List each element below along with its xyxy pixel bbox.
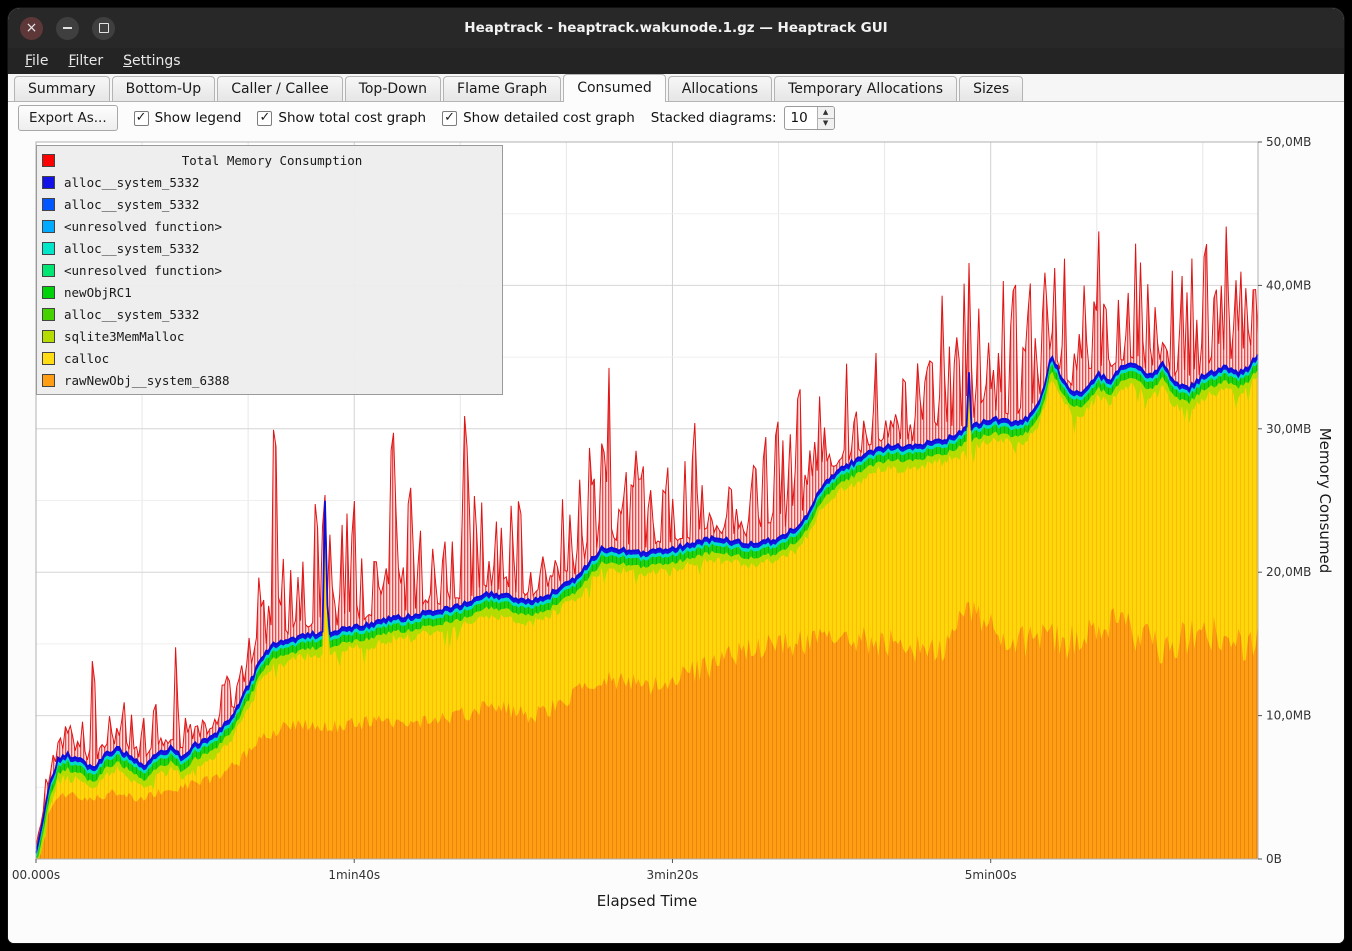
svg-text:Elapsed Time: Elapsed Time — [597, 892, 697, 910]
minimize-icon — [63, 27, 72, 29]
legend-swatch — [42, 154, 55, 167]
window-controls: × — [20, 17, 115, 40]
spin-down-button[interactable]: ▼ — [818, 119, 834, 130]
stacked-diagrams-value[interactable]: 10 — [785, 107, 817, 129]
title-bar[interactable]: × Heaptrack - heaptrack.wakunode.1.gz — … — [8, 8, 1344, 48]
legend-swatch — [42, 330, 55, 343]
tab-bottom-up[interactable]: Bottom-Up — [112, 76, 216, 101]
legend-label: <unresolved function> — [64, 263, 502, 278]
checkbox-label: Show total cost graph — [278, 110, 426, 126]
minimize-button[interactable] — [56, 17, 79, 40]
legend-swatch — [42, 220, 55, 233]
maximize-button[interactable] — [92, 17, 115, 40]
tab-allocations[interactable]: Allocations — [668, 76, 772, 101]
window-title: Heaptrack - heaptrack.wakunode.1.gz — He… — [8, 20, 1344, 36]
checkbox-box: ✓ — [134, 111, 149, 126]
legend-item: alloc__system_5332 — [37, 193, 502, 215]
close-button[interactable]: × — [20, 17, 43, 40]
menu-bar: File Filter Settings — [8, 48, 1344, 74]
legend-label: alloc__system_5332 — [64, 307, 502, 322]
toolbar: Export As... ✓ Show legend ✓ Show total … — [8, 102, 1344, 134]
legend-swatch — [42, 374, 55, 387]
legend-item: sqlite3MemMalloc — [37, 325, 502, 347]
legend-swatch — [42, 264, 55, 277]
check-icon: ✓ — [136, 111, 147, 124]
menu-file[interactable]: File — [16, 50, 57, 72]
tab-consumed[interactable]: Consumed — [563, 74, 666, 102]
spin-buttons: ▲ ▼ — [817, 107, 834, 129]
legend-swatch — [42, 352, 55, 365]
svg-text:0B: 0B — [1266, 852, 1282, 866]
svg-text:00.000s: 00.000s — [12, 868, 60, 882]
svg-text:20,0MB: 20,0MB — [1266, 565, 1311, 579]
legend-label: alloc__system_5332 — [64, 175, 502, 190]
check-icon: ✓ — [259, 111, 270, 124]
legend-item: newObjRC1 — [37, 281, 502, 303]
tab-top-down[interactable]: Top-Down — [345, 76, 441, 101]
tab-bar: Summary Bottom-Up Caller / Callee Top-Do… — [8, 74, 1344, 102]
legend-item: alloc__system_5332 — [37, 303, 502, 325]
legend-swatch — [42, 242, 55, 255]
spin-up-button[interactable]: ▲ — [818, 107, 834, 119]
svg-text:10,0MB: 10,0MB — [1266, 709, 1311, 723]
legend-label: newObjRC1 — [64, 285, 502, 300]
checkbox-label: Show detailed cost graph — [463, 110, 635, 126]
legend-label: alloc__system_5332 — [64, 197, 502, 212]
svg-text:Memory Consumed: Memory Consumed — [1316, 428, 1334, 574]
legend-item: alloc__system_5332 — [37, 237, 502, 259]
tab-temporary-allocations[interactable]: Temporary Allocations — [774, 76, 957, 101]
tab-caller-callee[interactable]: Caller / Callee — [217, 76, 342, 101]
legend-item: <unresolved function> — [37, 259, 502, 281]
legend-title-row: Total Memory Consumption — [37, 149, 502, 171]
svg-text:1min40s: 1min40s — [328, 868, 380, 882]
svg-text:50,0MB: 50,0MB — [1266, 135, 1311, 149]
legend-label: rawNewObj__system_6388 — [64, 373, 502, 388]
menu-settings[interactable]: Settings — [114, 50, 189, 72]
checkbox-show-legend[interactable]: ✓ Show legend — [134, 110, 242, 126]
legend-label: calloc — [64, 351, 502, 366]
legend-label: sqlite3MemMalloc — [64, 329, 502, 344]
maximize-icon — [99, 23, 109, 33]
legend-item: calloc — [37, 347, 502, 369]
checkbox-label: Show legend — [155, 110, 242, 126]
stacked-diagrams-label: Stacked diagrams: — [651, 110, 777, 126]
close-icon: × — [26, 21, 38, 35]
checkbox-show-detailed-cost-graph[interactable]: ✓ Show detailed cost graph — [442, 110, 635, 126]
check-icon: ✓ — [444, 111, 455, 124]
checkbox-show-total-cost-graph[interactable]: ✓ Show total cost graph — [257, 110, 426, 126]
legend-label: alloc__system_5332 — [64, 241, 502, 256]
checkbox-box: ✓ — [442, 111, 457, 126]
legend-swatch — [42, 198, 55, 211]
tab-flame-graph[interactable]: Flame Graph — [443, 76, 561, 101]
svg-text:5min00s: 5min00s — [965, 868, 1017, 882]
svg-text:30,0MB: 30,0MB — [1266, 422, 1311, 436]
legend-item: alloc__system_5332 — [37, 171, 502, 193]
stacked-diagrams-spinbox[interactable]: 10 ▲ ▼ — [784, 106, 835, 130]
checkbox-box: ✓ — [257, 111, 272, 126]
legend-swatch — [42, 176, 55, 189]
export-as-button[interactable]: Export As... — [18, 105, 118, 131]
svg-text:40,0MB: 40,0MB — [1266, 278, 1311, 292]
legend-swatch — [42, 286, 55, 299]
tab-summary[interactable]: Summary — [14, 76, 110, 101]
app-window: × Heaptrack - heaptrack.wakunode.1.gz — … — [8, 8, 1344, 943]
tab-sizes[interactable]: Sizes — [959, 76, 1023, 101]
legend-label: <unresolved function> — [64, 219, 502, 234]
menu-filter[interactable]: Filter — [59, 50, 112, 72]
legend-item: <unresolved function> — [37, 215, 502, 237]
svg-text:3min20s: 3min20s — [647, 868, 699, 882]
legend-label: Total Memory Consumption — [64, 153, 502, 168]
stacked-diagrams-group: Stacked diagrams: 10 ▲ ▼ — [651, 106, 835, 130]
legend-swatch — [42, 308, 55, 321]
consumed-chart-region: 0B 10,0MB 20,0MB 30,0MB 40,0MB 50,0MB 00.000s 1… — [8, 134, 1344, 943]
chart-legend: Total Memory Consumption alloc__system_53… — [36, 145, 503, 395]
legend-item: rawNewObj__system_6388 — [37, 369, 502, 391]
